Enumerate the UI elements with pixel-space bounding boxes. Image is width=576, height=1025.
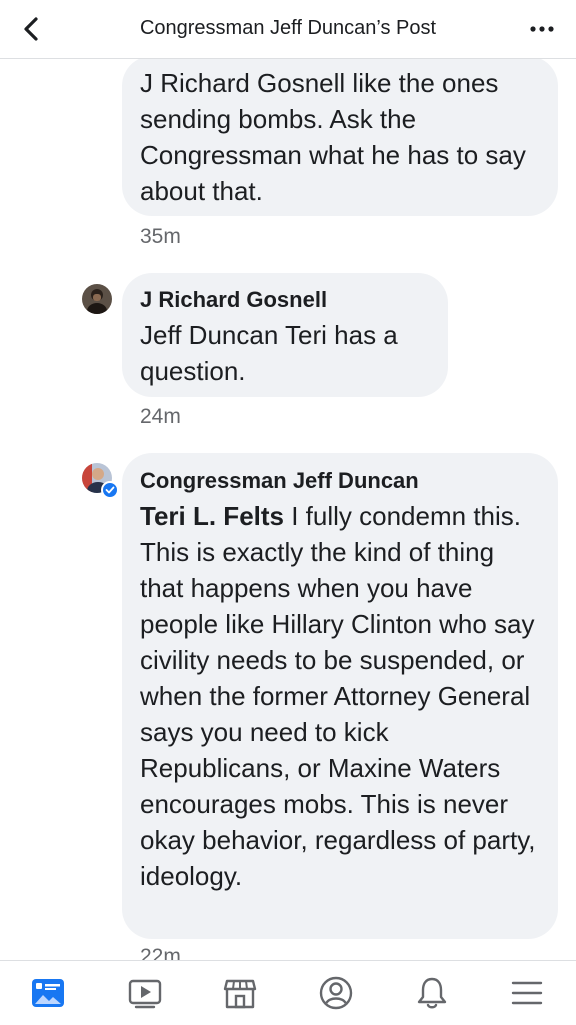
avatar[interactable] bbox=[82, 284, 112, 314]
news-feed-icon[interactable] bbox=[30, 975, 66, 1011]
top-bar: Congressman Jeff Duncan’s Post bbox=[0, 0, 576, 59]
comment-timestamp[interactable]: 35m bbox=[140, 225, 181, 249]
mention-link[interactable]: Teri L. Felts bbox=[140, 501, 284, 531]
bottom-navigation-bar bbox=[0, 960, 576, 1025]
notifications-bell-icon[interactable] bbox=[414, 975, 450, 1011]
comment-bubble: J Richard Gosnell like the ones sending … bbox=[122, 56, 558, 216]
page-title: Congressman Jeff Duncan’s Post bbox=[139, 17, 437, 39]
profile-icon[interactable] bbox=[318, 975, 354, 1011]
comment-author[interactable]: J Richard Gosnell bbox=[140, 273, 430, 317]
verified-badge-icon bbox=[101, 481, 119, 499]
marketplace-icon[interactable] bbox=[222, 975, 258, 1011]
menu-icon[interactable] bbox=[509, 975, 545, 1011]
comment-text: Jeff Duncan Teri has a question. bbox=[140, 320, 398, 386]
comment-timestamp[interactable]: 24m bbox=[140, 405, 181, 429]
comment-bubble: J Richard Gosnell Jeff Duncan Teri has a… bbox=[122, 273, 448, 397]
watch-video-icon[interactable] bbox=[127, 975, 163, 1011]
comment-text-container: Teri L. Felts I fully condemn this. This… bbox=[140, 498, 544, 894]
comment-text: I fully condemn this. This is exactly th… bbox=[140, 501, 536, 891]
comment-text: J Richard Gosnell like the ones sending … bbox=[140, 68, 526, 206]
comment-bubble: Congressman Jeff Duncan Teri L. Felts I … bbox=[122, 453, 558, 939]
comment-author[interactable]: Congressman Jeff Duncan bbox=[140, 453, 540, 498]
more-options-icon[interactable] bbox=[528, 16, 556, 42]
